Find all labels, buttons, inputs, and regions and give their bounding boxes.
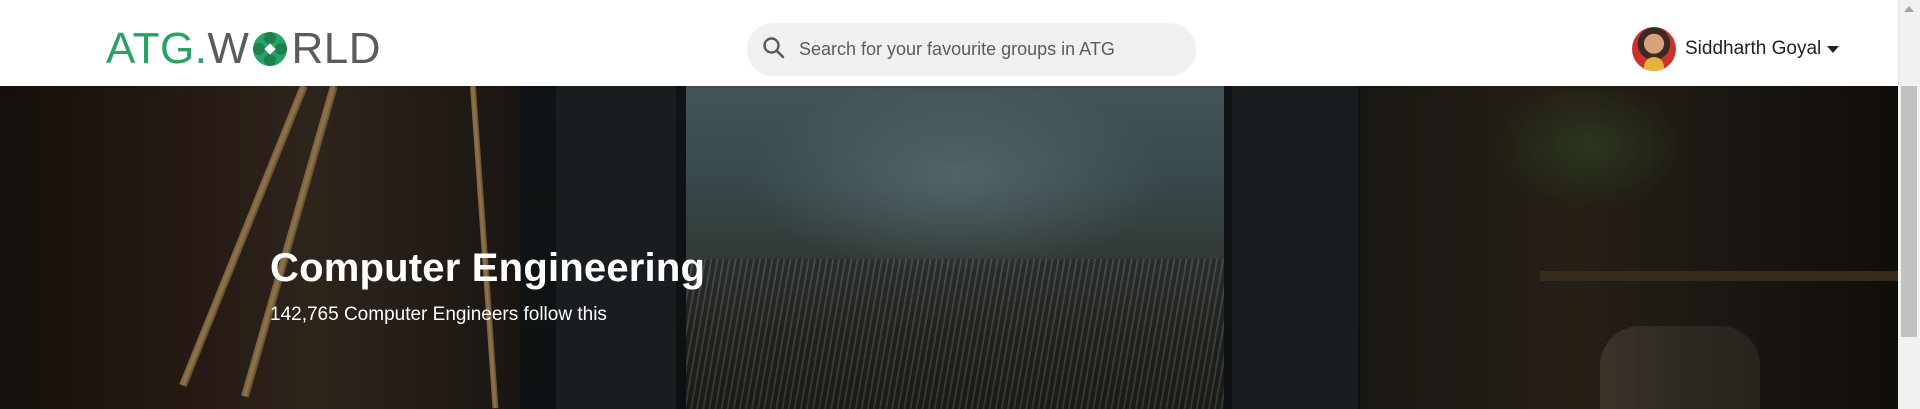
scroll-up-icon[interactable] [1904, 6, 1914, 12]
follower-count: 142,765 Computer Engineers follow this [270, 304, 607, 325]
search-input[interactable] [791, 23, 1181, 76]
search-bar[interactable] [747, 23, 1196, 76]
navbar: ATG.W RLD Sidd [0, 0, 1898, 86]
clover-icon [250, 29, 290, 69]
group-banner: Computer Engineering 142,765 Computer En… [0, 86, 1898, 409]
atg-world-logo[interactable]: ATG. W RLD [106, 27, 381, 71]
logo-text-dot: . [194, 24, 208, 73]
avatar[interactable] [1632, 27, 1676, 71]
logo-text-atg: ATG [106, 24, 195, 73]
scrollbar-thumb[interactable] [1901, 86, 1917, 337]
page-scrollbar[interactable] [1898, 0, 1920, 409]
caret-down-icon[interactable] [1827, 45, 1840, 53]
user-menu[interactable]: Siddharth Goyal [1632, 27, 1840, 71]
page: ATG.W RLD Sidd [0, 0, 1920, 409]
logo-text-w: W [207, 24, 250, 73]
search-icon [761, 35, 787, 61]
logo-text-rld: RLD [291, 24, 381, 73]
page-title: Computer Engineering [270, 246, 706, 290]
user-name: Siddharth Goyal [1685, 38, 1822, 59]
